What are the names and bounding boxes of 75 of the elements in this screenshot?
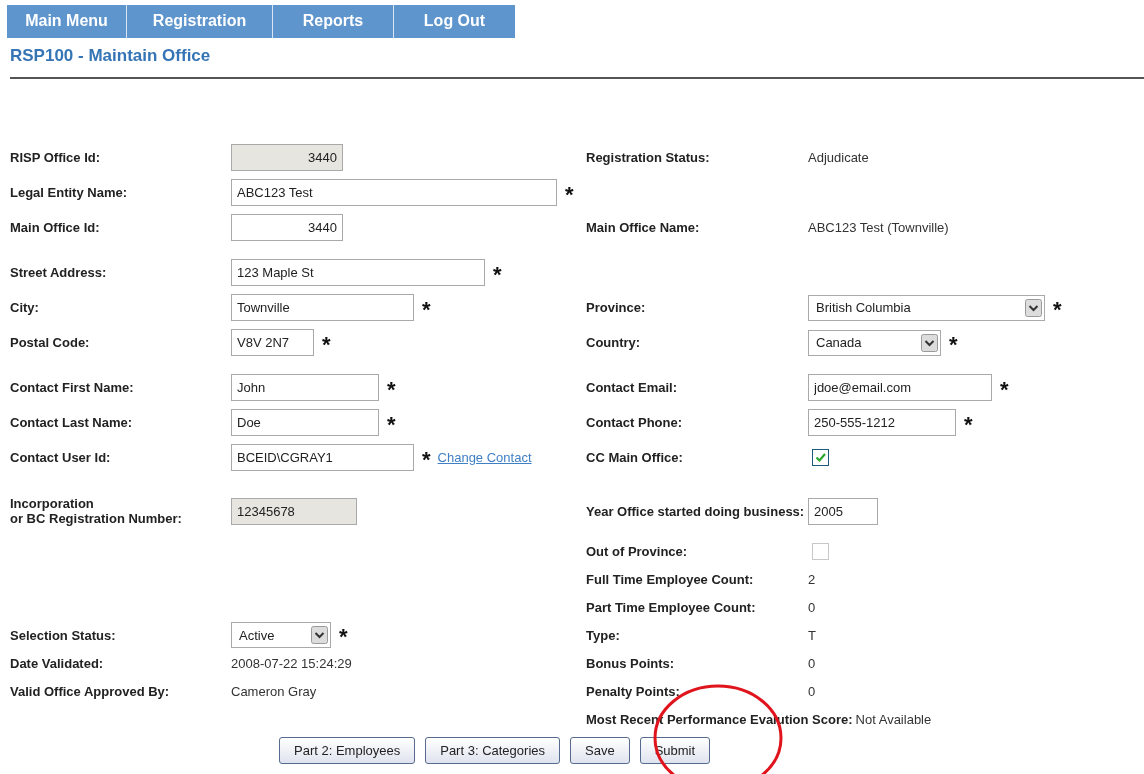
field-value: ABC123 Test (Townville) — [808, 220, 949, 235]
field-label: Province: — [586, 300, 647, 315]
input-field[interactable]: ABC123 Test — [231, 179, 557, 206]
input-field[interactable]: 123 Maple St — [231, 259, 485, 286]
checkbox[interactable] — [812, 449, 829, 466]
field-label: Country: — [586, 335, 642, 350]
field-label: Contact First Name: — [10, 380, 135, 395]
page-title: RSP100 - Maintain Office — [10, 46, 211, 66]
input-field[interactable]: Townville — [231, 294, 414, 321]
change-contact-link[interactable]: Change Contact — [437, 450, 532, 465]
field-label: Date Validated: — [10, 655, 105, 671]
caret-icon[interactable] — [1025, 298, 1042, 317]
field-label: Main Office Name: — [586, 220, 701, 235]
form-button[interactable]: Part 3: Categories — [425, 737, 560, 764]
field-label: Selection Status: — [10, 627, 117, 643]
required-mark: * — [422, 299, 431, 316]
form-button[interactable]: Part 2: Employees — [279, 737, 416, 764]
field-label: Contact Email: — [586, 380, 678, 395]
input-field[interactable]: V8V 2N7 — [231, 329, 314, 356]
input-field[interactable]: 3440 — [231, 214, 343, 241]
required-mark: * — [339, 627, 348, 643]
field-label: Year Office started doing business: — [586, 503, 805, 519]
field-label: Full Time Employee Count: — [586, 571, 755, 587]
checkmark-icon — [814, 451, 827, 464]
input-field[interactable]: John — [231, 374, 379, 401]
dropdown[interactable]: Canada — [808, 329, 941, 356]
field-label: Main Office Id: — [10, 220, 101, 235]
field-label: Registration Status: — [586, 150, 711, 165]
field-label: Bonus Points: — [586, 655, 676, 671]
required-mark: * — [1000, 379, 1009, 396]
required-mark: * — [493, 264, 502, 281]
field-value: 0 — [808, 655, 816, 671]
field-label: Contact User Id: — [10, 450, 112, 465]
field-label: Contact Phone: — [586, 415, 684, 430]
required-mark: * — [964, 414, 973, 431]
caret-icon[interactable] — [311, 626, 328, 644]
input-field[interactable]: BCEID\CGRAY1 — [231, 444, 414, 471]
input-field[interactable]: Doe — [231, 409, 379, 436]
field-label: Incorporation or BC Registration Number: — [10, 496, 183, 526]
field-label: Legal Entity Name: — [10, 185, 129, 200]
field-value: 0 — [808, 683, 816, 699]
required-mark: * — [1053, 299, 1062, 316]
field-value: Cameron Gray — [231, 683, 317, 699]
required-mark: * — [422, 449, 431, 466]
form-button[interactable]: Save — [570, 737, 630, 764]
field-label: Penalty Points: — [586, 683, 681, 699]
field-label: Street Address: — [10, 265, 108, 280]
field-label: Out of Province: — [586, 543, 689, 559]
field-label: Part Time Employee Count: — [586, 599, 757, 615]
required-mark: * — [322, 334, 331, 351]
required-mark: * — [387, 379, 396, 396]
field-value: T — [808, 627, 816, 643]
input-field: 3440 — [231, 144, 343, 171]
field-value: 0 — [808, 599, 816, 615]
dropdown[interactable]: Active — [231, 622, 331, 648]
input-field[interactable]: 2005 — [808, 497, 878, 525]
field-label: Valid Office Approved By: — [10, 683, 171, 699]
input-field[interactable]: jdoe@email.com — [808, 374, 992, 401]
dropdown[interactable]: British Columbia — [808, 294, 1045, 321]
field-label: CC Main Office: — [586, 450, 684, 465]
field-label: Contact Last Name: — [10, 415, 134, 430]
input-field: 12345678 — [231, 497, 357, 525]
field-value: 2008-07-22 15:24:29 — [231, 655, 352, 671]
field-label: Type: — [586, 627, 621, 643]
required-mark: * — [949, 334, 958, 351]
required-mark: * — [387, 414, 396, 431]
input-field[interactable]: 250-555-1212 — [808, 409, 956, 436]
field-value: 2 — [808, 571, 816, 587]
field-value: Adjudicate — [808, 150, 869, 165]
caret-icon[interactable] — [921, 333, 938, 352]
required-mark: * — [565, 184, 574, 201]
field-label: RISP Office Id: — [10, 150, 102, 165]
field-label: Postal Code: — [10, 335, 91, 350]
field-value: Not Available — [855, 711, 932, 727]
field-label: City: — [10, 300, 40, 315]
